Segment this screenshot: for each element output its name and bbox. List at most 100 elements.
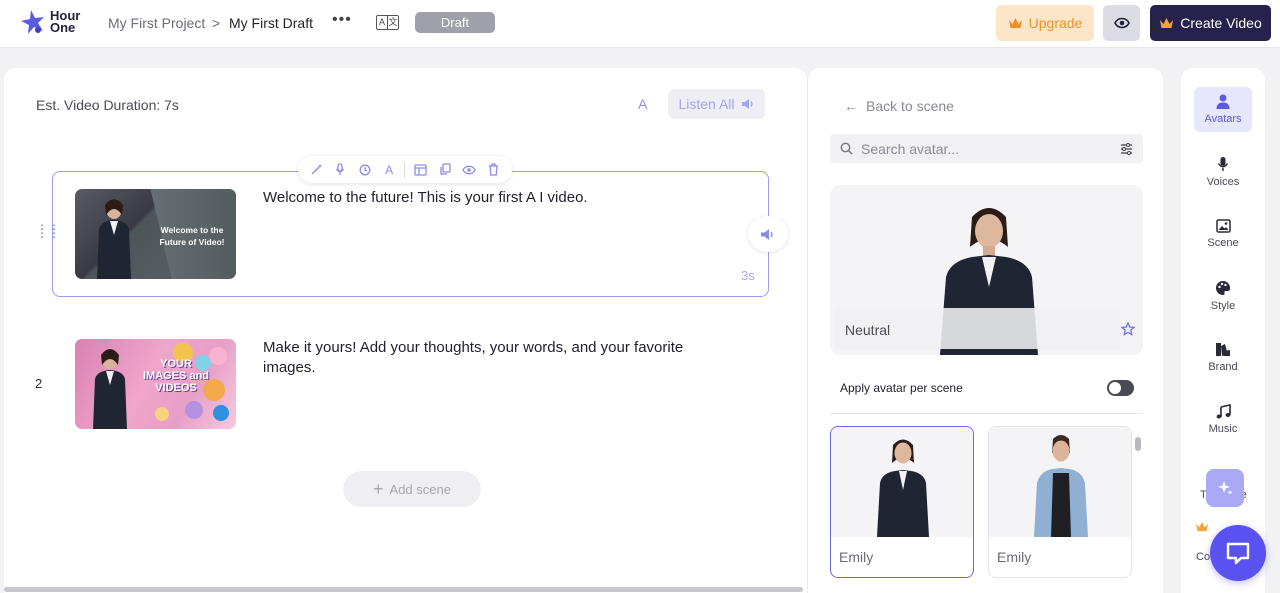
rail-item-scene[interactable]: Scene xyxy=(1194,211,1252,256)
vertical-scrollbar[interactable] xyxy=(1135,437,1141,451)
clock-icon[interactable] xyxy=(356,161,374,179)
rail-item-label: Style xyxy=(1211,300,1235,312)
avatar-thumbnail xyxy=(989,427,1131,537)
rail-item-partial-label: Co xyxy=(1196,551,1210,563)
thumbnail-headline: Welcome to the Future of Video! xyxy=(153,224,231,248)
plus-icon: + xyxy=(373,482,384,496)
scene-duration: 3s xyxy=(741,268,755,283)
brand-icon xyxy=(1215,342,1231,357)
rail-item-label: Music xyxy=(1209,423,1238,435)
back-to-scene-label: Back to scene xyxy=(866,98,954,114)
play-scene-audio-button[interactable] xyxy=(748,216,788,252)
avatar-image xyxy=(873,435,933,537)
duplicate-icon[interactable] xyxy=(436,161,454,179)
apply-per-scene-label: Apply avatar per scene xyxy=(840,381,963,395)
balloon xyxy=(155,407,169,421)
rail-item-avatars[interactable]: Avatars xyxy=(1194,87,1252,132)
font-icon[interactable]: A xyxy=(638,96,647,112)
search-icon xyxy=(840,142,853,155)
translate-icon[interactable]: A文 xyxy=(376,15,399,30)
crown-icon xyxy=(1195,521,1209,532)
horizontal-scrollbar[interactable] xyxy=(4,587,803,592)
arrow-left-icon: ← xyxy=(844,98,858,114)
image-icon xyxy=(1216,219,1231,233)
thumbnail-headline: YOUR IMAGES and VIDEOS xyxy=(143,358,209,394)
avatar-name: Emily xyxy=(839,549,873,565)
font-icon[interactable]: A xyxy=(380,161,398,179)
microphone-icon xyxy=(1217,156,1229,172)
upgrade-label: Upgrade xyxy=(1029,15,1083,31)
microphone-icon[interactable] xyxy=(331,161,349,179)
eye-icon xyxy=(1114,17,1130,29)
apply-per-scene-toggle[interactable] xyxy=(1107,380,1134,396)
speaker-icon xyxy=(760,228,776,241)
sparkle-icon xyxy=(1217,480,1233,496)
balloon xyxy=(185,401,203,419)
top-bar: Hour One My First Project > My First Dra… xyxy=(0,0,1280,48)
layout-icon[interactable] xyxy=(412,161,430,179)
avatar-preview: Neutral xyxy=(830,185,1143,355)
upgrade-button[interactable]: Upgrade xyxy=(996,5,1094,41)
star-icon[interactable] xyxy=(1121,322,1135,336)
scene-toolbar: A xyxy=(298,156,512,183)
ai-assistant-button[interactable] xyxy=(1206,469,1244,507)
person-icon xyxy=(1216,94,1230,109)
avatar-card[interactable]: Emily xyxy=(830,426,974,578)
scene-script-1[interactable]: Welcome to the future! This is your firs… xyxy=(263,188,723,208)
avatar-card[interactable]: Emily xyxy=(988,426,1132,578)
add-scene-button[interactable]: + Add scene xyxy=(343,471,481,507)
avatar-panel: ← Back to scene Neutral Apply avatar per… xyxy=(807,68,1163,593)
logo[interactable]: Hour One xyxy=(20,9,90,35)
create-video-button[interactable]: Create Video xyxy=(1150,5,1271,41)
rail-item-music[interactable]: Music xyxy=(1194,397,1252,442)
music-icon xyxy=(1216,404,1231,419)
avatar-style-label: Neutral xyxy=(835,308,1120,349)
balloon xyxy=(209,347,227,365)
toolbar-divider xyxy=(404,162,405,178)
avatar-thumbnail xyxy=(831,427,973,537)
rail-item-label: Scene xyxy=(1207,237,1238,249)
rail-item-label: Voices xyxy=(1207,176,1239,188)
video-duration: Est. Video Duration: 7s xyxy=(36,97,179,113)
scene-script-2[interactable]: Make it yours! Add your thoughts, your w… xyxy=(263,338,723,378)
avatar-name: Emily xyxy=(997,549,1031,565)
more-icon[interactable]: ••• xyxy=(332,11,352,29)
rail-item-style[interactable]: Style xyxy=(1194,273,1252,318)
rail-item-brand[interactable]: Brand xyxy=(1194,335,1252,380)
avatar-image xyxy=(1031,433,1091,537)
rail-item-voices[interactable]: Voices xyxy=(1194,149,1252,194)
filter-icon[interactable] xyxy=(1120,143,1133,155)
side-rail: Avatars Voices Scene Style Brand Music xyxy=(1181,68,1265,593)
speaker-icon xyxy=(741,98,755,110)
crown-icon xyxy=(1159,17,1174,29)
magic-wand-icon[interactable] xyxy=(307,161,325,179)
balloon xyxy=(213,405,229,421)
rail-item-label: Avatars xyxy=(1204,113,1241,125)
preview-button[interactable] xyxy=(1103,5,1140,41)
eye-icon[interactable] xyxy=(460,161,478,179)
logo-text: Hour One xyxy=(50,10,90,34)
rail-item-label: Brand xyxy=(1208,361,1237,373)
breadcrumb-project[interactable]: My First Project xyxy=(108,15,205,31)
logo-icon xyxy=(20,9,46,35)
listen-all-button[interactable]: Listen All xyxy=(668,89,765,119)
listen-all-label: Listen All xyxy=(678,96,734,112)
presenter-icon xyxy=(85,345,135,429)
scene-number: 2 xyxy=(35,376,42,391)
scene-editor: Est. Video Duration: 7s A Listen All A ⋮… xyxy=(4,68,807,593)
drag-handle-icon[interactable]: ⋮⋮⋮⋮ xyxy=(36,227,60,235)
back-to-scene-link[interactable]: ← Back to scene xyxy=(844,98,954,114)
avatar-search xyxy=(830,134,1143,163)
presenter-icon xyxy=(89,195,139,279)
chat-icon xyxy=(1225,541,1251,565)
breadcrumb-separator: > xyxy=(212,15,220,31)
create-video-label: Create Video xyxy=(1180,15,1261,31)
add-scene-label: Add scene xyxy=(390,482,451,497)
chat-support-button[interactable] xyxy=(1210,525,1266,581)
scene-thumbnail-1[interactable]: Welcome to the Future of Video! xyxy=(75,189,236,279)
scene-thumbnail-2[interactable]: YOUR IMAGES and VIDEOS xyxy=(75,339,236,429)
search-input[interactable] xyxy=(861,141,1112,157)
trash-icon[interactable] xyxy=(485,161,503,179)
crown-icon xyxy=(1008,17,1023,29)
breadcrumb-draft[interactable]: My First Draft xyxy=(229,15,313,31)
